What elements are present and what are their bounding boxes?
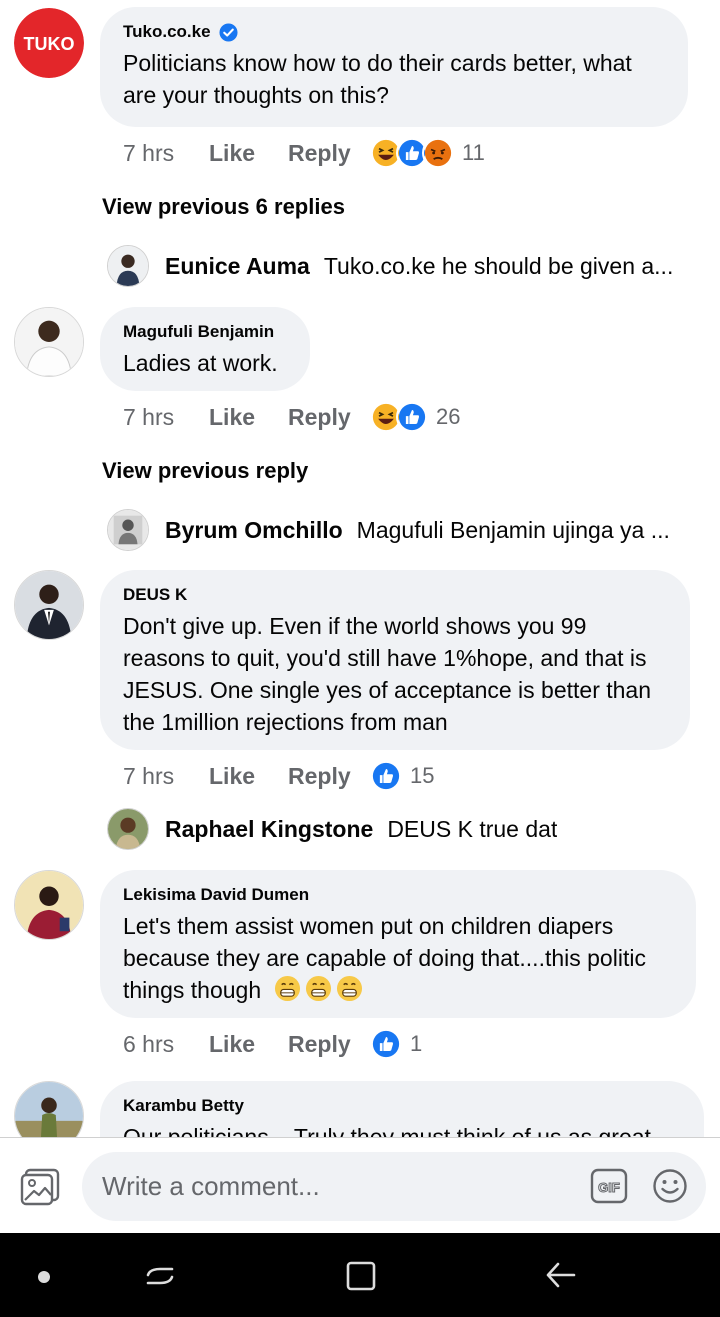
tuko-logo-text: TUKO (24, 34, 75, 54)
like-reaction-icon (396, 401, 428, 433)
view-previous-replies[interactable]: View previous reply (102, 458, 308, 484)
comment-time: 7 hrs (123, 403, 175, 430)
comment-text: Don't give up. Even if the world shows y… (123, 613, 652, 735)
view-previous-replies[interactable]: View previous 6 replies (102, 194, 345, 220)
grimacing-face-icon (305, 975, 331, 1002)
recent-apps-icon[interactable] (140, 1255, 180, 1295)
comment-input-placeholder: Write a comment... (102, 1171, 320, 1201)
reaction-count: 26 (436, 404, 461, 429)
comment-meta: 7 hrs Like Reply 11 (123, 137, 485, 169)
reaction-summary[interactable]: 1 (370, 1028, 422, 1060)
avatar-tuko[interactable]: TUKO (14, 8, 84, 78)
avatar-magufuli-benjamin[interactable] (14, 307, 84, 377)
nav-dot-icon[interactable] (38, 1271, 50, 1283)
comment-text: Politicians know how to do their cards b… (123, 50, 632, 108)
comment-author[interactable]: Magufuli Benjamin (123, 321, 274, 343)
reply-button[interactable]: Reply (288, 140, 370, 167)
comment-time: 7 hrs (123, 139, 175, 166)
comment-time: 6 hrs (123, 1030, 175, 1057)
comment-author[interactable]: Karambu Betty (123, 1095, 244, 1117)
system-navigation-bar (0, 1233, 720, 1317)
comments-feed[interactable]: TUKO Tuko.co.ke Politicians know how to … (0, 0, 720, 1137)
photo-icon[interactable] (20, 1168, 60, 1206)
comment-time: 7 hrs (123, 762, 175, 789)
comment-bubble[interactable]: Lekisima David Dumen Let's them assist w… (100, 870, 696, 1018)
reply-text: Tuko.co.ke he should be given a... (323, 252, 674, 279)
reaction-summary[interactable]: 26 (370, 401, 460, 433)
verified-badge-icon (219, 22, 238, 42)
comment-text: Let's them assist women put on children … (123, 913, 646, 1003)
reaction-summary[interactable]: 15 (370, 760, 434, 792)
reply-preview[interactable]: Byrum Omchillo Magufuli Benjamin ujinga … (107, 508, 697, 552)
reply-text: DEUS K true dat (387, 815, 558, 842)
comment-composer: Write a comment... GIF (0, 1137, 720, 1234)
comment-bubble[interactable]: Tuko.co.ke Politicians know how to do th… (100, 7, 688, 127)
gif-label: GIF (598, 1180, 620, 1195)
avatar-lekisima-david-dumen[interactable] (14, 870, 84, 940)
reply-button[interactable]: Reply (288, 404, 370, 431)
grimacing-face-icon (274, 975, 300, 1002)
like-reaction-icon (370, 760, 402, 792)
reaction-summary[interactable]: 11 (370, 137, 485, 169)
comment-author[interactable]: Lekisima David Dumen (123, 884, 309, 906)
emoji-icon[interactable] (652, 1168, 688, 1204)
comment-bubble[interactable]: Magufuli Benjamin Ladies at work. (100, 307, 310, 391)
avatar-byrum-omchillo[interactable] (107, 509, 149, 551)
comment-meta: 7 hrs Like Reply 26 (123, 401, 460, 433)
gif-icon[interactable]: GIF (590, 1168, 628, 1204)
comment-meta: 6 hrs Like Reply 1 (123, 1028, 422, 1060)
comment-text-container: Let's them assist women put on children … (123, 910, 674, 1006)
like-button[interactable]: Like (209, 1031, 288, 1058)
grimacing-face-icon (336, 975, 362, 1002)
comment-text: Our politicians... Truly they must think… (123, 1124, 651, 1137)
comment-meta: 7 hrs Like Reply 15 (123, 760, 434, 792)
avatar-raphael-kingstone[interactable] (107, 808, 149, 850)
comment-bubble[interactable]: Karambu Betty Our politicians... Truly t… (100, 1081, 704, 1137)
like-button[interactable]: Like (209, 140, 288, 167)
avatar-karambu-betty[interactable] (14, 1081, 84, 1137)
reply-preview[interactable]: Eunice Auma Tuko.co.ke he should be give… (107, 244, 697, 288)
like-button[interactable]: Like (209, 763, 288, 790)
avatar-deus-k[interactable] (14, 570, 84, 640)
like-button[interactable]: Like (209, 404, 288, 431)
reaction-count: 1 (410, 1031, 423, 1056)
reply-button[interactable]: Reply (288, 763, 370, 790)
back-icon[interactable] (540, 1255, 580, 1295)
home-icon[interactable] (340, 1255, 380, 1295)
angry-reaction-icon (422, 137, 454, 169)
reply-author[interactable]: Raphael Kingstone (165, 816, 373, 843)
reply-author[interactable]: Eunice Auma (165, 253, 310, 280)
comment-bubble[interactable]: DEUS K Don't give up. Even if the world … (100, 570, 690, 750)
like-reaction-icon (370, 1028, 402, 1060)
reaction-count: 11 (462, 140, 485, 165)
comment-author[interactable]: DEUS K (123, 584, 187, 606)
reaction-count: 15 (410, 763, 435, 788)
reply-text: Magufuli Benjamin ujinga ya ... (356, 516, 670, 543)
avatar-eunice-auma[interactable] (107, 245, 149, 287)
reply-author[interactable]: Byrum Omchillo (165, 517, 343, 544)
reply-button[interactable]: Reply (288, 1031, 370, 1058)
comment-author[interactable]: Tuko.co.ke (123, 21, 211, 43)
reply-preview[interactable]: Raphael Kingstone DEUS K true dat (107, 807, 697, 851)
comment-text: Ladies at work. (123, 350, 278, 376)
